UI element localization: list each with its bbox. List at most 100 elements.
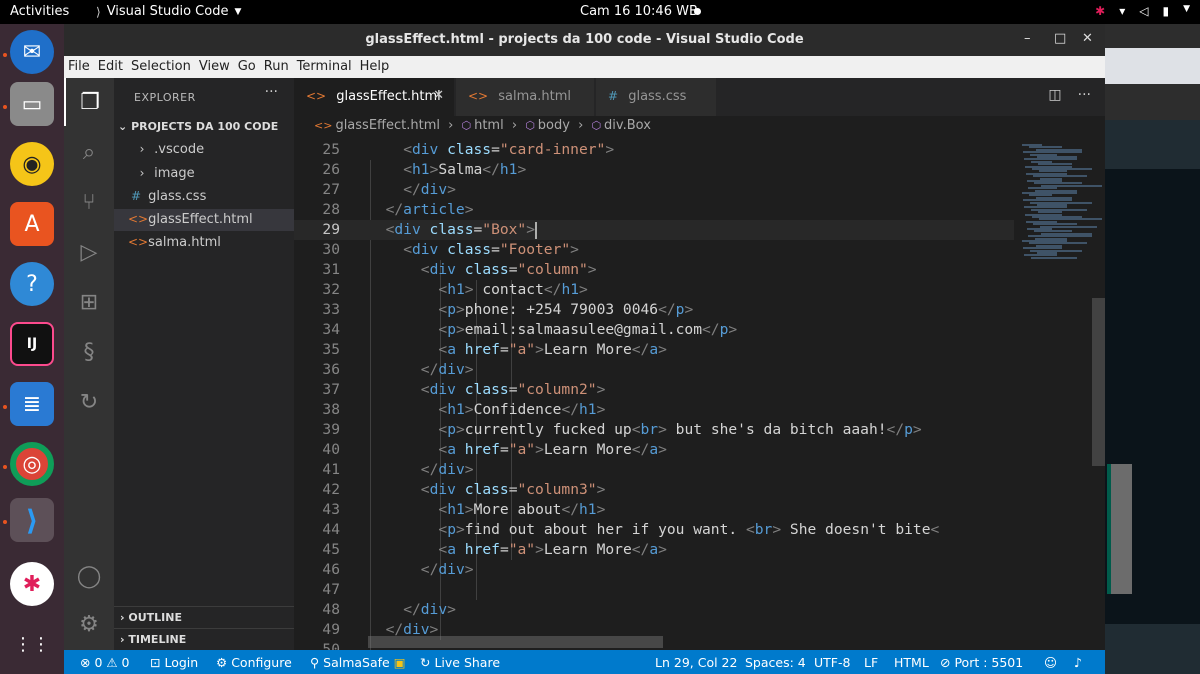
code-line[interactable]: 44 <p>find out about her if you want. <br…	[294, 520, 1014, 540]
libreoffice-writer-dock-icon[interactable]: ≣	[10, 382, 54, 426]
code-line[interactable]: 45 <a href="a">Learn More</a>	[294, 540, 1014, 560]
configure-status[interactable]: ⚙ Configure	[216, 655, 292, 670]
code-line[interactable]: 43 <h1>More about</h1>	[294, 500, 1014, 520]
eol-status[interactable]: LF	[864, 655, 878, 670]
code-line[interactable]: 30 <div class="Footer">	[294, 240, 1014, 260]
tree-item-image[interactable]: › image	[114, 163, 294, 185]
code-line[interactable]: 48 </div>	[294, 600, 1014, 620]
menu-run[interactable]: Run	[260, 56, 289, 78]
code-line[interactable]: 38 <h1>Confidence</h1>	[294, 400, 1014, 420]
search-icon[interactable]: ⌕	[64, 128, 114, 176]
settings-gear-icon[interactable]: ⚙	[64, 600, 114, 648]
code-line[interactable]: 41 </div>	[294, 460, 1014, 480]
timeline-section[interactable]: › TIMELINE	[114, 628, 294, 650]
code-editor[interactable]: 25 <div class="card-inner"> 26 <h1>Salma</h…	[294, 138, 1105, 650]
thunderbird-dock-icon[interactable]: ✉	[10, 30, 54, 74]
tree-item-glass-css[interactable]: # glass.css	[114, 186, 294, 208]
code-line[interactable]: 27 </div>	[294, 180, 1014, 200]
code-line[interactable]: 34 <p>email:salmaasulee@gmail.com</p>	[294, 320, 1014, 340]
code-line[interactable]: 32 <h1> contact</h1>	[294, 280, 1014, 300]
python-icon[interactable]: §	[64, 328, 114, 376]
slack-tray-icon[interactable]: ✱	[1095, 4, 1105, 18]
breadcrumb-html[interactable]: html	[474, 118, 504, 133]
line-number: 26	[322, 161, 340, 178]
notifications-bell-icon[interactable]: ♪	[1074, 655, 1082, 670]
app-menu[interactable]: ⟩ Visual Studio Code ▼	[96, 4, 241, 19]
outline-section[interactable]: › OUTLINE	[114, 606, 294, 628]
minimap[interactable]	[1022, 138, 1102, 268]
problems-indicator[interactable]: ⊗ 0 ⚠ 0	[80, 655, 130, 670]
horizontal-scrollbar[interactable]	[368, 636, 663, 648]
live-share-status[interactable]: ↻ Live Share	[420, 655, 500, 670]
menu-file[interactable]: File	[64, 56, 90, 78]
code-line[interactable]: 31 <div class="column">	[294, 260, 1014, 280]
extensions-icon[interactable]: ⊞	[64, 278, 114, 326]
tree-item-salma-html[interactable]: <> salma.html	[114, 232, 294, 254]
code-line[interactable]: 26 <h1>Salma</h1>	[294, 160, 1014, 180]
ubuntu-software-dock-icon[interactable]: A	[10, 202, 54, 246]
menu-selection[interactable]: Selection	[127, 56, 191, 78]
code-line[interactable]: 40 <a href="a">Learn More</a>	[294, 440, 1014, 460]
intellij-dock-icon[interactable]: IJ	[10, 322, 54, 366]
code-line[interactable]: 46 </div>	[294, 560, 1014, 580]
explorer-icon[interactable]: ❐	[64, 78, 114, 126]
chrome-dock-icon[interactable]: ◎	[10, 442, 54, 486]
menu-go[interactable]: Go	[234, 56, 256, 78]
system-tray[interactable]: ✱ ▾ ◁ ▮ ▼	[1095, 4, 1190, 18]
window-title: glassEffect.html - projects da 100 code …	[365, 32, 804, 47]
breadcrumb-file[interactable]: glassEffect.html	[335, 118, 440, 133]
files-dock-icon[interactable]: ▭	[10, 82, 54, 126]
element-icon: ⬡	[525, 119, 535, 132]
menu-help[interactable]: Help	[356, 56, 390, 78]
maximize-button[interactable]: □	[1054, 31, 1066, 46]
code-line[interactable]: 36 </div>	[294, 360, 1014, 380]
breadcrumb-div-box[interactable]: div.Box	[604, 118, 651, 133]
code-line[interactable]: 35 <a href="a">Learn More</a>	[294, 340, 1014, 360]
source-control-icon[interactable]: ⑂	[64, 178, 114, 226]
feedback-icon[interactable]: ☺	[1044, 655, 1057, 670]
salmasafe-status[interactable]: ⚲ SalmaSafe ▣	[310, 655, 406, 670]
minimize-button[interactable]: –	[1024, 31, 1031, 46]
show-apps-dock-icon[interactable]: ⋮⋮	[10, 622, 54, 666]
run-debug-icon[interactable]: ▷	[64, 228, 114, 276]
code-line[interactable]: 47	[294, 580, 1014, 600]
close-button[interactable]: ✕	[1082, 31, 1093, 46]
clock[interactable]: Cam 16 10:46 WB	[580, 4, 698, 19]
vscode-dock-icon[interactable]: ⟩	[10, 498, 54, 542]
code-line[interactable]: 29 <div class="Box">	[294, 220, 1014, 240]
slack-dock-icon[interactable]: ✱	[10, 562, 54, 606]
port-status[interactable]: ⊘ Port : 5501	[940, 655, 1023, 670]
indentation-status[interactable]: Spaces: 4	[745, 655, 806, 670]
tab-salma-html[interactable]: <> salma.html	[456, 78, 594, 116]
more-actions-icon[interactable]: ···	[1078, 87, 1091, 103]
login-status[interactable]: ⊡ Login	[150, 655, 198, 670]
menu-view[interactable]: View	[195, 56, 230, 78]
language-mode[interactable]: HTML	[894, 655, 929, 670]
vertical-scrollbar[interactable]	[1092, 298, 1105, 466]
code-line[interactable]: 25 <div class="card-inner">	[294, 140, 1014, 160]
close-tab-icon[interactable]: ✕	[433, 88, 444, 103]
activities-button[interactable]: Activities	[10, 4, 69, 19]
code-line[interactable]: 39 <p>currently fucked up<br> but she's d…	[294, 420, 1014, 440]
code-line[interactable]: 33 <p>phone: +254 79003 0046</p>	[294, 300, 1014, 320]
encoding-status[interactable]: UTF-8	[814, 655, 850, 670]
split-editor-icon[interactable]: ◫	[1048, 87, 1061, 103]
menu-terminal[interactable]: Terminal	[293, 56, 352, 78]
tab-glass-css[interactable]: # glass.css	[596, 78, 716, 116]
project-folder-header[interactable]: ⌄ PROJECTS DA 100 CODE	[118, 120, 278, 133]
line-number: 27	[322, 181, 340, 198]
tab-glasseffect-html[interactable]: <> glassEffect.html ✕	[294, 78, 454, 116]
tree-item-glasseffect-html[interactable]: <> glassEffect.html	[114, 209, 294, 231]
breadcrumb-body[interactable]: body	[538, 118, 570, 133]
accounts-icon[interactable]: ◯	[64, 552, 114, 600]
help-dock-icon[interactable]: ?	[10, 262, 54, 306]
code-line[interactable]: 37 <div class="column2">	[294, 380, 1014, 400]
cursor-position[interactable]: Ln 29, Col 22	[655, 655, 737, 670]
menu-edit[interactable]: Edit	[94, 56, 123, 78]
code-line[interactable]: 42 <div class="column3">	[294, 480, 1014, 500]
rhythmbox-dock-icon[interactable]: ◉	[10, 142, 54, 186]
code-line[interactable]: 28 </article>	[294, 200, 1014, 220]
tree-item-vscode[interactable]: › .vscode	[114, 139, 294, 161]
live-share-icon[interactable]: ↻	[64, 378, 114, 426]
more-actions-button[interactable]: ···	[265, 84, 278, 100]
